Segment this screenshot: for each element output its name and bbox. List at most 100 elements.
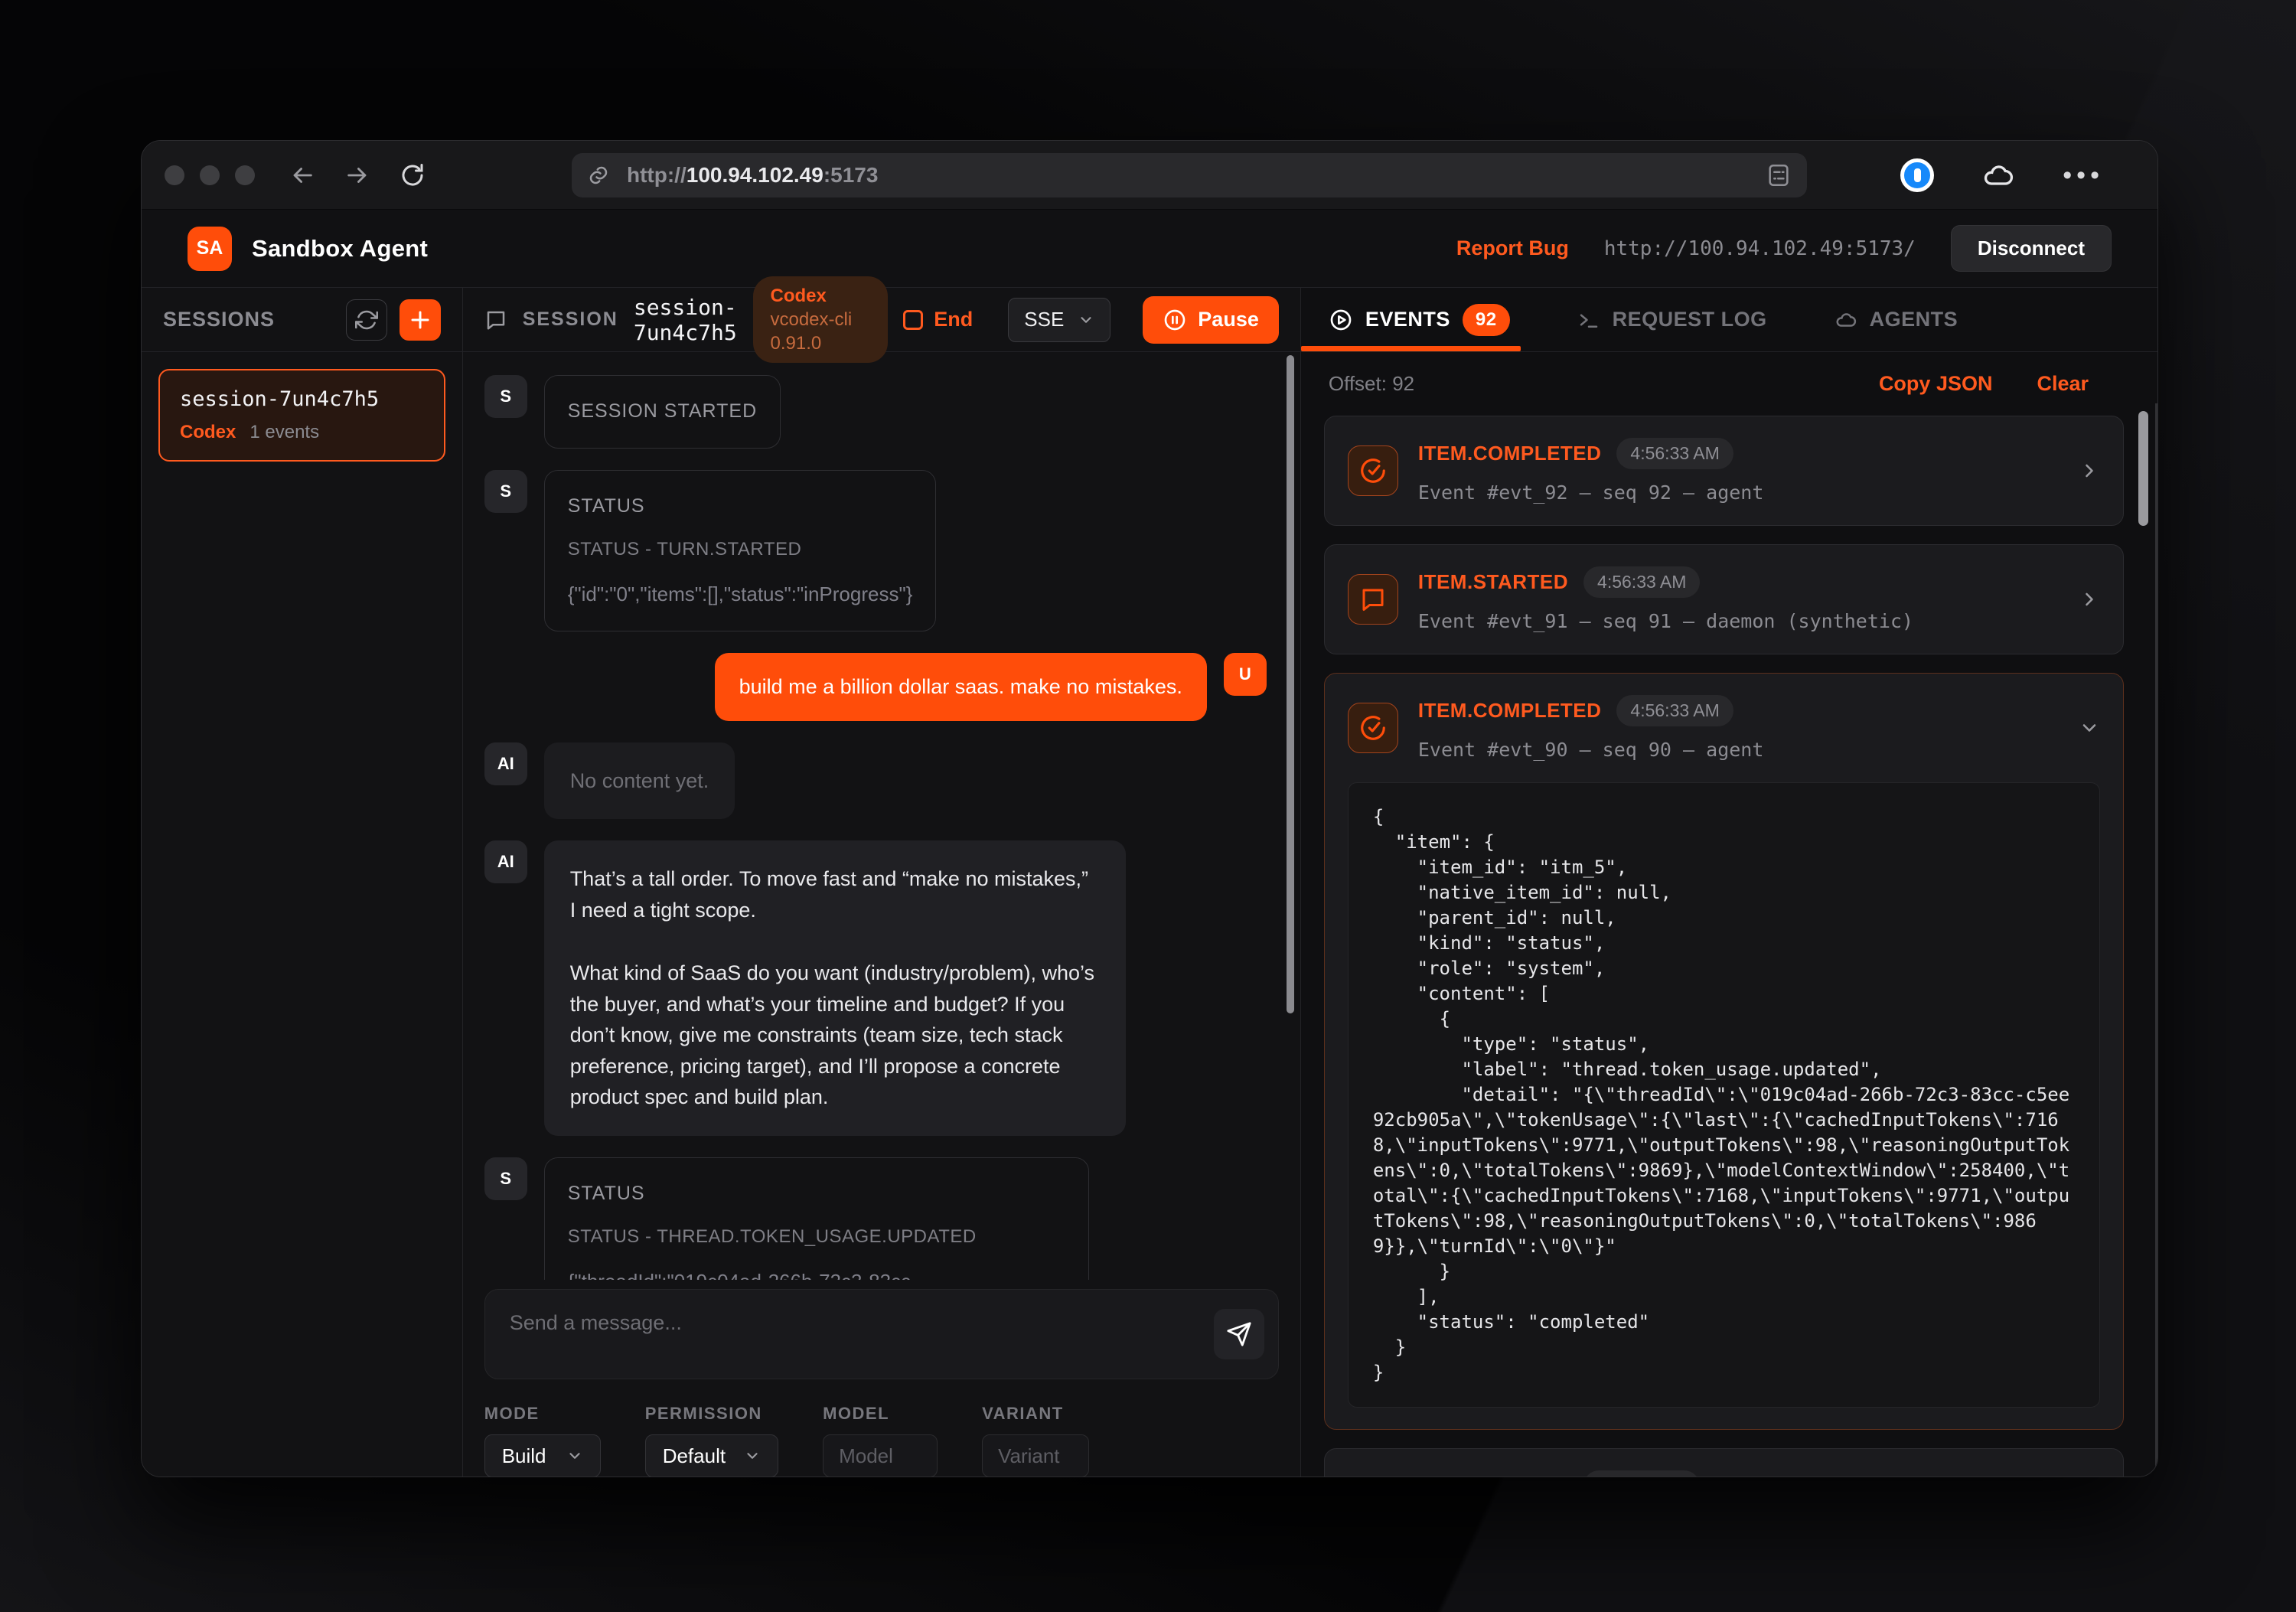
session-label: SESSION [523, 308, 618, 331]
server-url: http://100.94.102.49:5173/ [1604, 237, 1916, 260]
session-header-name: session-7un4c7h5 [634, 295, 739, 345]
refresh-sessions-button[interactable] [346, 299, 387, 341]
check-circle-icon [1348, 703, 1398, 753]
event-card[interactable]: ITEM.STARTED 4:56:33 AM Event #evt_91 — … [1324, 544, 2124, 654]
browser-menu-icon[interactable]: ••• [2063, 171, 2104, 179]
system-avatar: S [484, 470, 527, 513]
copy-json-button[interactable]: Copy JSON [1879, 372, 1993, 396]
variant-label: VARIANT [982, 1404, 1089, 1424]
event-card-expanded[interactable]: ITEM.COMPLETED 4:56:33 AM Event #evt_90 … [1324, 673, 2124, 1430]
composer [463, 1280, 1300, 1392]
check-circle-icon [1348, 445, 1398, 496]
event-timestamp: 4:56:33 AM [1583, 566, 1700, 598]
session-icon [484, 308, 507, 331]
page-settings-icon[interactable] [1766, 162, 1792, 188]
message-bubble: build me a billion dollar saas. make no … [715, 653, 1207, 721]
forward-button[interactable] [344, 162, 371, 189]
permission-select[interactable]: Default [645, 1434, 778, 1477]
browser-toolbar: http://100.94.102.49:5173 ••• [142, 141, 2157, 210]
system-message: S STATUS STATUS - THREAD.TOKEN_USAGE.UPD… [484, 1157, 1267, 1280]
end-checkbox[interactable] [903, 310, 923, 330]
chat-scrollbar[interactable] [1287, 355, 1294, 1013]
system-avatar: S [484, 375, 527, 418]
assistant-message: AI That’s a tall order. To move fast and… [484, 840, 1267, 1136]
chat-transcript[interactable]: S SESSION STARTED S STATUS STATUS - TURN… [463, 352, 1300, 1280]
mode-select[interactable]: Build [484, 1434, 601, 1477]
event-subtitle: Event #evt_91 — seq 91 — daemon (synthet… [1418, 610, 2062, 632]
clear-events-button[interactable]: Clear [2037, 372, 2089, 396]
message-bubble: That’s a tall order. To move fast and “m… [544, 840, 1126, 1136]
model-input[interactable] [823, 1434, 938, 1477]
user-avatar: U [1224, 653, 1267, 696]
event-title: ITEM.COMPLETED [1418, 699, 1602, 723]
window-controls [165, 165, 255, 185]
event-subtitle: Event #evt_92 — seq 92 — agent [1418, 481, 2062, 504]
event-subtitle: Event #evt_90 — seq 90 — agent [1418, 739, 2062, 761]
disconnect-button[interactable]: Disconnect [1951, 225, 2112, 272]
events-toolbar: Offset: 92 Copy JSON Clear [1301, 352, 2157, 403]
event-title: ITEM.STARTED [1418, 570, 1568, 594]
url-host: 100.94.102.49 [687, 163, 823, 188]
new-session-button[interactable] [400, 299, 441, 341]
desktop-background: http://100.94.102.49:5173 ••• SA Sandbox… [0, 0, 2296, 1612]
close-window-button[interactable] [165, 165, 184, 185]
end-session-toggle[interactable]: End [903, 308, 973, 331]
pause-button[interactable]: Pause [1143, 296, 1279, 344]
browser-window: http://100.94.102.49:5173 ••• SA Sandbox… [141, 140, 2158, 1477]
sessions-sidebar: SESSIONS session-7un4c7h5 Codex 1 events [142, 288, 463, 1477]
event-timestamp: 4:56:33 AM [1616, 438, 1733, 469]
tab-agents[interactable]: AGENTS [1835, 288, 1958, 351]
reload-button[interactable] [399, 162, 426, 189]
send-icon [1226, 1321, 1252, 1347]
terminal-icon [1577, 308, 1600, 331]
agent-version-badge: Codex vcodex-cli 0.91.0 [753, 276, 888, 364]
message-bubble-icon [1348, 574, 1398, 625]
event-card[interactable]: ITEM.STARTED 4:56:33 AM Event #evt_89 — … [1324, 1448, 2124, 1477]
message-bubble: STATUS STATUS - THREAD.TOKEN_USAGE.UPDAT… [544, 1157, 1089, 1280]
message-input[interactable] [485, 1290, 1278, 1379]
cloud-sync-icon[interactable] [1981, 158, 2015, 192]
sessions-heading: SESSIONS [163, 308, 346, 331]
tab-request-log[interactable]: REQUEST LOG [1577, 288, 1767, 351]
transport-select[interactable]: SSE [1008, 298, 1110, 342]
zoom-window-button[interactable] [235, 165, 255, 185]
pause-icon [1163, 308, 1187, 332]
event-card[interactable]: ITEM.COMPLETED 4:56:33 AM Event #evt_92 … [1324, 416, 2124, 526]
message-bubble: SESSION STARTED [544, 375, 781, 449]
tab-events[interactable]: EVENTS 92 [1329, 288, 1510, 351]
event-json-payload: { "item": { "item_id": "itm_5", "native_… [1348, 782, 2100, 1408]
events-scrollbar[interactable] [2138, 411, 2148, 526]
events-scrollbar-track [2155, 403, 2157, 1477]
user-message: build me a billion dollar saas. make no … [484, 653, 1267, 721]
chevron-down-icon [566, 1447, 583, 1464]
chevron-down-icon [1078, 312, 1094, 328]
report-bug-link[interactable]: Report Bug [1456, 237, 1569, 260]
minimize-window-button[interactable] [200, 165, 220, 185]
send-button[interactable] [1214, 1309, 1264, 1359]
assistant-avatar: AI [484, 742, 527, 785]
address-bar[interactable]: http://100.94.102.49:5173 [572, 153, 1807, 197]
permission-label: PERMISSION [645, 1404, 778, 1424]
back-button[interactable] [289, 162, 316, 189]
events-count-badge: 92 [1463, 304, 1510, 336]
event-timestamp: 4:56:33 AM [1583, 1470, 1700, 1477]
url-scheme: http:// [627, 163, 687, 188]
session-events-count: 1 events [249, 422, 319, 443]
message-bubble: STATUS STATUS - TURN.STARTED {"id":"0","… [544, 470, 937, 632]
event-title: ITEM.COMPLETED [1418, 442, 1602, 465]
mode-label: MODE [484, 1404, 601, 1424]
cloud-icon [1835, 308, 1857, 331]
session-panel: SESSION session-7un4c7h5 Codex vcodex-cl… [463, 288, 1301, 1477]
chevron-right-icon[interactable] [2079, 589, 2100, 610]
assistant-message: AI No content yet. [484, 742, 1267, 820]
events-list[interactable]: ITEM.COMPLETED 4:56:33 AM Event #evt_92 … [1301, 403, 2157, 1477]
site-link-icon [587, 164, 610, 187]
password-manager-icon[interactable] [1900, 158, 1934, 192]
variant-input[interactable] [982, 1434, 1089, 1477]
model-label: MODEL [823, 1404, 938, 1424]
session-name: session-7un4c7h5 [180, 387, 424, 411]
session-list-item[interactable]: session-7un4c7h5 Codex 1 events [158, 369, 445, 462]
chevron-down-icon [744, 1447, 761, 1464]
chevron-right-icon[interactable] [2079, 460, 2100, 481]
chevron-down-icon[interactable] [2079, 717, 2100, 739]
